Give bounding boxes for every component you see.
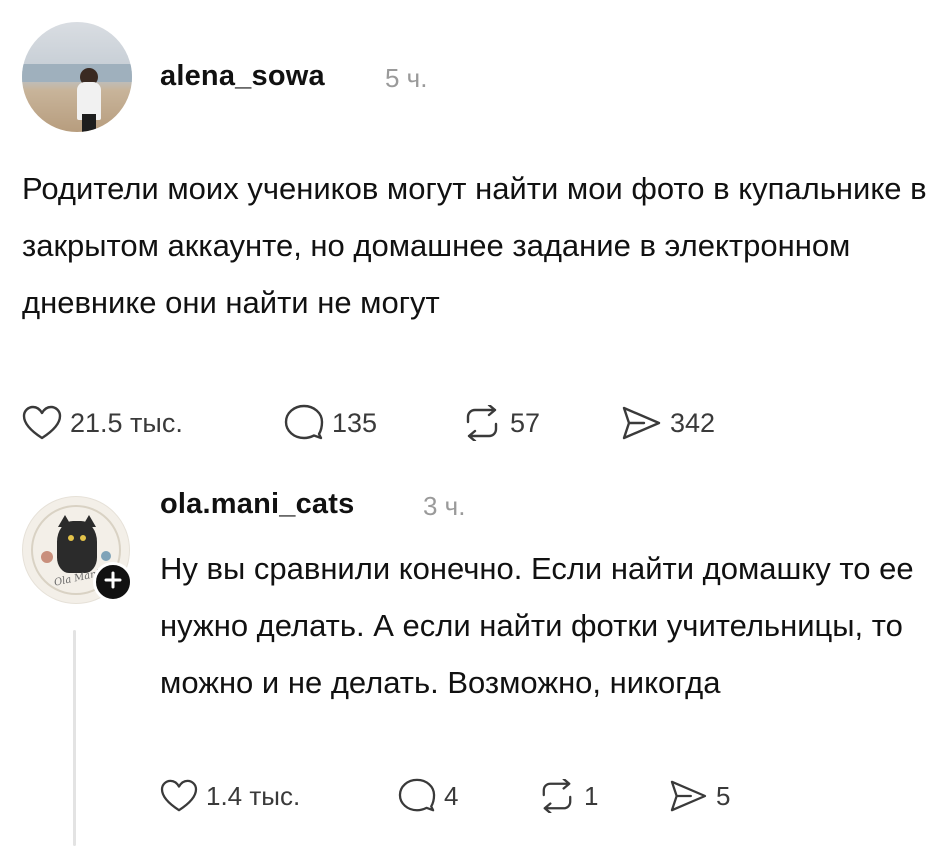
flower-left	[41, 551, 53, 563]
send-arrow-icon	[668, 779, 708, 813]
like-count: 21.5 тыс.	[70, 407, 183, 438]
reply-like-button[interactable]: 1.4 тыс.	[160, 779, 398, 813]
plus-icon	[103, 570, 123, 595]
reply-share-count: 5	[716, 780, 731, 811]
comment-button[interactable]: 135	[284, 404, 462, 442]
repost-count: 57	[510, 407, 541, 438]
repost-arrows-icon	[462, 405, 502, 441]
comment-bubble-icon	[284, 404, 324, 442]
avatar-person-legs	[82, 114, 96, 132]
comment-count: 135	[332, 407, 378, 438]
reply-comment-count: 4	[444, 780, 459, 811]
post-text: Родители моих учеников могут найти мои ф…	[22, 171, 927, 320]
reply-actions: 1.4 тыс. 4 1 5	[160, 778, 730, 814]
reply-repost-button[interactable]: 1	[538, 779, 668, 813]
post-time: 5 ч.	[385, 63, 428, 93]
post-actions: 21.5 тыс. 135 57 342	[22, 404, 715, 442]
repost-arrows-icon	[538, 779, 576, 813]
share-count: 342	[670, 407, 716, 438]
flower-right	[101, 551, 111, 561]
send-arrow-icon	[620, 405, 662, 441]
repost-button[interactable]: 57	[462, 405, 620, 441]
reply-username[interactable]: ola.mani_cats	[160, 488, 354, 521]
comment-bubble-icon	[398, 778, 436, 814]
avatar[interactable]	[22, 22, 132, 132]
follow-button[interactable]	[93, 562, 133, 602]
reply-like-count: 1.4 тыс.	[206, 780, 301, 811]
thread-line	[73, 630, 76, 846]
avatar-sea	[22, 64, 132, 82]
cat-eye-right	[80, 535, 86, 541]
heart-icon	[22, 405, 62, 441]
reply-comment-button[interactable]: 4	[398, 778, 538, 814]
reply-repost-count: 1	[584, 780, 599, 811]
heart-icon	[160, 779, 198, 813]
reply-share-button[interactable]: 5	[668, 779, 730, 813]
post-username[interactable]: alena_sowa	[160, 60, 325, 93]
cat-illustration	[57, 521, 97, 573]
cat-eye-left	[68, 535, 74, 541]
reply-text: Ну вы сравнили конечно. Если найти домаш…	[160, 551, 914, 700]
share-button[interactable]: 342	[620, 405, 715, 441]
reply-time: 3 ч.	[423, 491, 466, 521]
like-button[interactable]: 21.5 тыс.	[22, 405, 284, 441]
